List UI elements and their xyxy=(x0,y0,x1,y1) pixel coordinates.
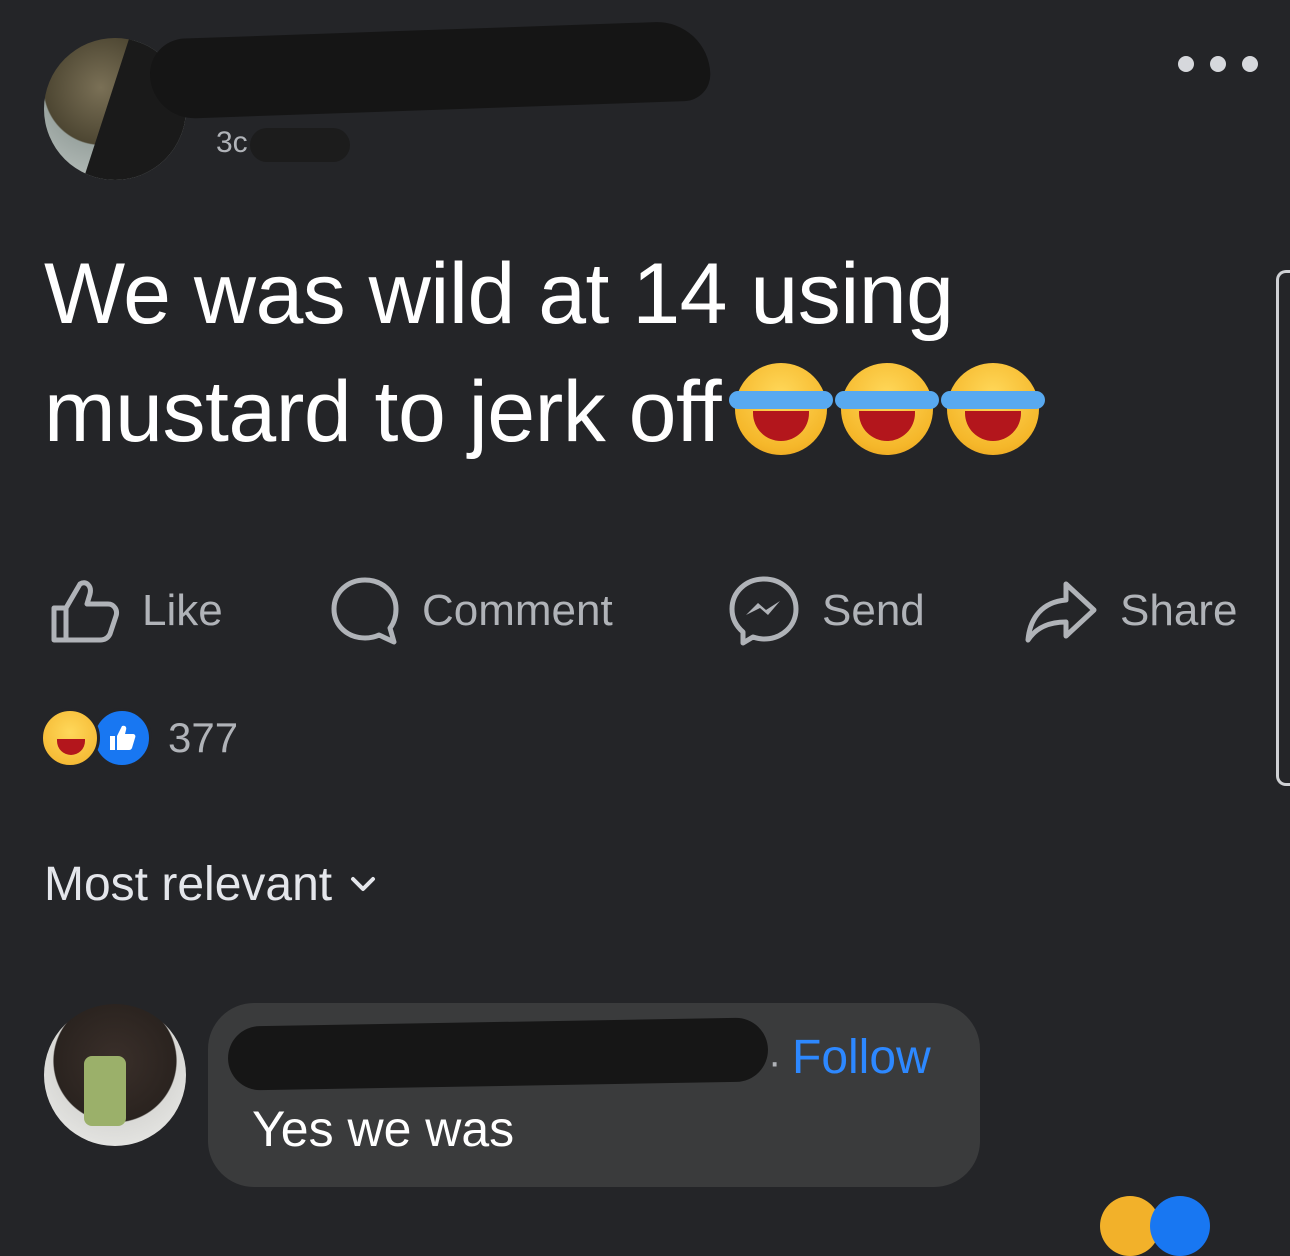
more-dot-icon xyxy=(1178,56,1194,72)
more-dot-icon xyxy=(1242,56,1258,72)
share-button[interactable]: Share xyxy=(1024,578,1237,644)
comment-label: Comment xyxy=(422,586,613,635)
comment-button[interactable]: Comment xyxy=(330,577,613,645)
thumbs-up-icon xyxy=(51,580,119,643)
comment-text: Yes we was xyxy=(252,1101,515,1157)
sort-label: Most relevant xyxy=(44,857,333,911)
share-label: Share xyxy=(1120,586,1238,635)
laughing-tears-emoji-icon xyxy=(729,363,834,455)
share-arrow-icon xyxy=(1025,581,1097,643)
timestamp-redaction xyxy=(250,128,350,162)
author-name-redaction xyxy=(148,20,712,120)
reaction-count: 377 xyxy=(168,714,239,761)
thumbs-up-icon xyxy=(110,725,136,750)
send-button[interactable]: Send xyxy=(728,576,925,646)
name-separator: · xyxy=(768,1040,782,1084)
avatar-phone-detail xyxy=(84,1056,126,1126)
chevron-down-icon xyxy=(351,877,376,891)
post-timestamp: 3с xyxy=(216,126,248,159)
comment-bubble-icon xyxy=(331,577,399,645)
messenger-icon xyxy=(729,576,799,646)
like-reaction-icon xyxy=(1150,1196,1210,1256)
follow-button[interactable]: Follow xyxy=(792,1030,931,1085)
like-label: Like xyxy=(142,586,223,635)
comment-reactions-peek[interactable] xyxy=(1100,1196,1230,1256)
laughing-tears-emoji-icon xyxy=(835,363,940,455)
reactions-summary[interactable]: 377 xyxy=(40,706,238,770)
like-reaction-icon xyxy=(92,708,152,768)
more-dot-icon xyxy=(1210,56,1226,72)
laughing-tears-emoji-icon xyxy=(941,363,1046,455)
comment-sort-dropdown[interactable]: Most relevant xyxy=(44,854,376,914)
scrollbar[interactable] xyxy=(1276,270,1290,786)
post-text-container: We was wild at 14 using mustard to jerk … xyxy=(44,235,1264,471)
commenter-name-redaction xyxy=(227,1017,769,1091)
more-options-button[interactable] xyxy=(1178,46,1258,82)
commenter-avatar[interactable] xyxy=(44,1004,186,1146)
send-label: Send xyxy=(822,586,925,635)
haha-reaction-icon xyxy=(40,708,100,768)
like-button[interactable]: Like xyxy=(50,578,223,644)
